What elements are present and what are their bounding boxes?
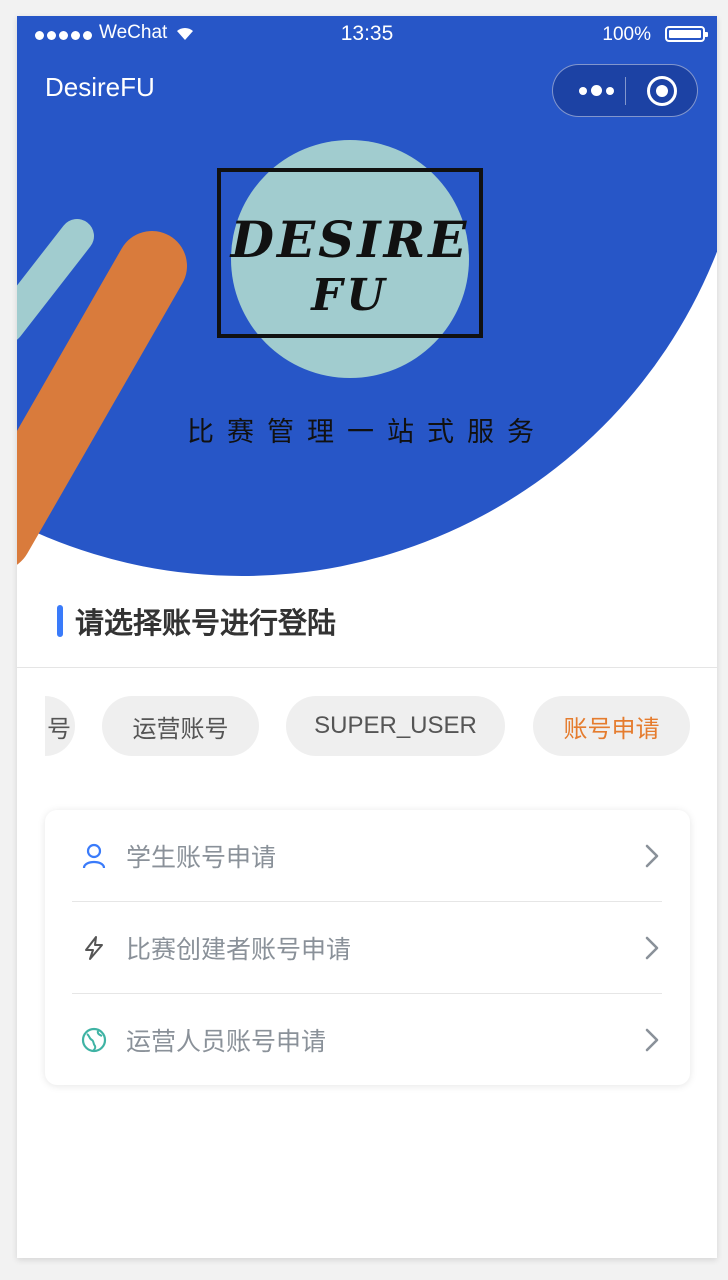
list-item-label: 运营人员账号申请 (126, 1027, 327, 1056)
user-icon (80, 842, 108, 870)
close-miniprogram-icon[interactable] (647, 76, 677, 106)
section-title: 请选择账号进行登陆 (75, 606, 337, 640)
tab-previous[interactable]: 号 (45, 696, 75, 756)
phone-screen: WeChat 13:35 100% DesireFU DESIRE FU 比赛管… (17, 16, 717, 1258)
list-item-operator-apply[interactable]: 运营人员账号申请 (72, 994, 662, 1086)
miniprogram-capsule (552, 64, 698, 117)
list-item-creator-apply[interactable]: 比赛创建者账号申请 (72, 902, 662, 994)
nav-title: DesireFU (45, 72, 155, 102)
hero-banner: WeChat 13:35 100% DesireFU DESIRE FU 比赛管… (17, 16, 717, 581)
status-bar: WeChat 13:35 100% (17, 16, 717, 56)
section-header: 请选择账号进行登陆 (57, 601, 336, 641)
chevron-right-icon (645, 1028, 659, 1052)
chevron-right-icon (645, 844, 659, 868)
divider (17, 667, 717, 668)
lightning-icon (80, 934, 108, 962)
tab-super-user[interactable]: SUPER_USER (286, 696, 505, 756)
hero-slogan: 比赛管理一站式服务 (187, 417, 547, 448)
list-item-label: 比赛创建者账号申请 (126, 935, 352, 964)
tab-account-apply[interactable]: 账号申请 (533, 696, 690, 756)
battery-percent: 100% (602, 24, 651, 45)
list-item-student-apply[interactable]: 学生账号申请 (72, 810, 662, 902)
apply-list-card: 学生账号申请 比赛创建者账号申请 运营人员账号申请 (45, 810, 690, 1085)
tab-operation-account[interactable]: 运营账号 (102, 696, 259, 756)
globe-icon (80, 1026, 108, 1054)
account-tabs: 号 运营账号 SUPER_USER 账号申请 (45, 696, 717, 756)
list-item-label: 学生账号申请 (126, 843, 277, 872)
battery-icon (665, 26, 708, 42)
logo-line1: DESIRE (230, 210, 470, 269)
section-accent-bar (57, 605, 63, 637)
logo-line2: FU (311, 270, 389, 321)
more-menu-icon[interactable] (569, 65, 624, 116)
chevron-right-icon (645, 936, 659, 960)
app-logo: DESIRE FU (217, 138, 489, 388)
